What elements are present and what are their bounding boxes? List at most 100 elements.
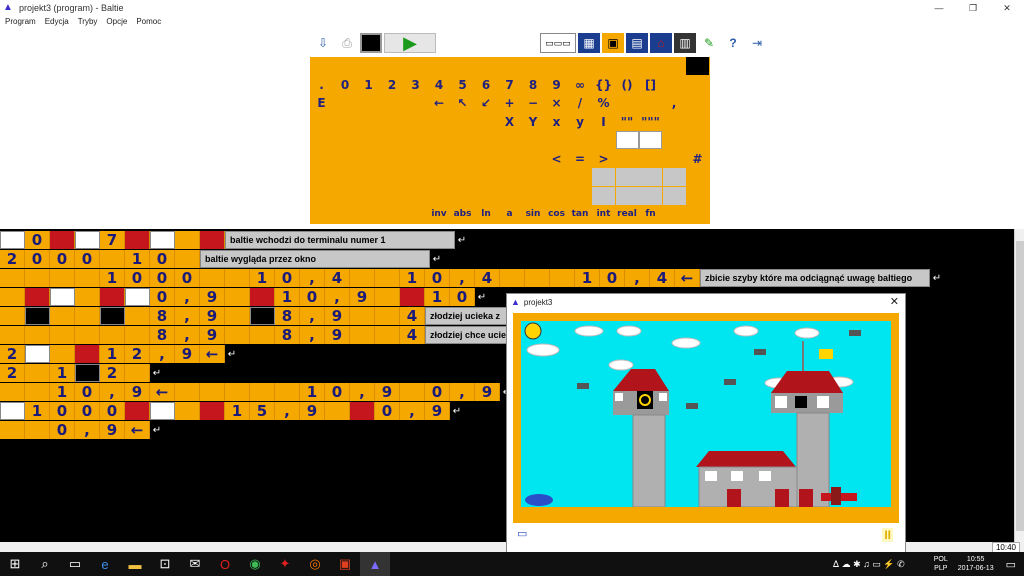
palette-command[interactable] [334,94,357,112]
program-block[interactable]: 0 [125,269,150,287]
program-block[interactable]: , [300,326,325,344]
search-icon[interactable]: ⌕ [30,552,60,576]
program-block[interactable] [125,326,150,344]
palette-command[interactable] [663,57,686,75]
program-line[interactable]: 0, 9 1 0, 9 1 0 ↵ [0,288,489,306]
program-block[interactable] [525,269,550,287]
program-block[interactable] [175,402,200,420]
palette-command[interactable] [639,168,662,186]
palette-command[interactable] [357,94,380,112]
palette-command[interactable] [615,131,639,149]
palette-command[interactable] [381,94,404,112]
program-block[interactable]: 9 [200,307,225,325]
palette-command[interactable]: ← [428,94,451,112]
program-line[interactable]: 2 0 0 0 1 0 baltie wygląda przez okno ↵ [0,250,444,268]
palette-command[interactable]: "" [616,113,639,131]
palette-command[interactable] [545,131,568,149]
palette-command[interactable] [404,94,427,112]
palette-command[interactable]: < [545,150,568,168]
program-block[interactable]: , [400,402,425,420]
palette-command[interactable] [357,168,380,186]
program-block[interactable]: 0 [25,250,50,268]
palette-command[interactable] [639,94,662,112]
program-block[interactable] [250,326,275,344]
palette-command[interactable]: ↖ [451,94,474,112]
program-block[interactable]: 9 [475,383,500,401]
run-button[interactable]: ▶ [384,33,436,53]
program-block[interactable]: 2 [125,345,150,363]
palette-command[interactable] [522,150,545,168]
program-block[interactable]: 1 [50,364,75,382]
chrome-icon[interactable]: ◉ [240,552,270,576]
palette-command[interactable] [663,131,686,149]
program-block[interactable] [75,231,100,249]
palette-command[interactable]: 9 [545,76,568,94]
palette-command[interactable]: abs [451,205,474,223]
palette-command[interactable] [569,187,592,205]
program-block[interactable] [0,231,25,249]
palette-command[interactable]: , [663,94,686,112]
palette-command[interactable] [381,150,404,168]
program-block[interactable]: 0 [600,269,625,287]
palette-command[interactable] [662,168,686,186]
program-block[interactable]: 7 [100,231,125,249]
program-block[interactable] [375,269,400,287]
palette-command[interactable] [686,205,709,223]
program-block[interactable]: 1 [425,288,450,306]
palette-command[interactable]: I [592,113,615,131]
palette-command[interactable] [381,168,404,186]
program-block[interactable]: 2 [0,364,25,382]
palette-command[interactable] [334,57,357,75]
program-block[interactable]: ← [125,421,150,439]
program-block[interactable] [25,383,50,401]
program-block[interactable]: 0 [50,402,75,420]
scene-icon[interactable]: ▤ [626,33,648,53]
program-block[interactable] [75,345,100,363]
vertical-scrollbar[interactable] [1014,229,1024,542]
taskbar-clock[interactable]: 10:55 2017-06-13 [958,555,994,573]
palette-command[interactable] [616,150,639,168]
program-block[interactable] [225,288,250,306]
program-block[interactable]: 4 [650,269,675,287]
palette-command[interactable] [686,187,709,205]
program-block[interactable]: 9 [325,326,350,344]
program-block[interactable] [100,326,125,344]
palette-command[interactable] [334,187,357,205]
menu-program[interactable]: Program [5,16,36,28]
program-block[interactable] [75,269,100,287]
palette-command[interactable] [639,131,662,149]
program-block[interactable]: 9 [300,402,325,420]
program-block[interactable]: 0 [325,383,350,401]
program-block[interactable]: 9 [350,288,375,306]
program-block[interactable] [75,288,100,306]
palette-command[interactable] [310,205,333,223]
palette-command[interactable] [686,57,709,75]
program-block[interactable]: , [150,345,175,363]
program-block[interactable] [75,364,100,382]
program-block[interactable]: 0 [425,383,450,401]
palette-command[interactable]: X [498,113,521,131]
program-block[interactable]: 1 [400,269,425,287]
palette-command[interactable] [639,186,662,205]
menu-pomoc[interactable]: Pomoc [136,16,161,28]
grid-view-icon[interactable]: ▭▭▭ [540,33,576,53]
program-block[interactable] [200,231,225,249]
palette-command[interactable] [592,168,615,186]
palette-command[interactable]: E [310,94,333,112]
program-block[interactable]: 9 [375,383,400,401]
program-block[interactable]: 4 [325,269,350,287]
program-block[interactable]: 1 [250,269,275,287]
palette-command[interactable]: = [569,150,592,168]
program-block[interactable] [75,307,100,325]
palette-command[interactable] [381,57,404,75]
palette-command[interactable] [310,150,333,168]
program-block[interactable]: 4 [400,326,425,344]
program-comment[interactable]: zbicie szyby które ma odciągnąć uwagę ba… [700,269,930,287]
program-block[interactable]: , [350,383,375,401]
program-block[interactable] [125,288,150,306]
palette-command[interactable] [545,57,568,75]
house-icon[interactable]: ⌂ [650,33,672,53]
film-icon[interactable]: ▥ [674,33,696,53]
program-block[interactable]: 0 [425,269,450,287]
program-block[interactable] [150,231,175,249]
